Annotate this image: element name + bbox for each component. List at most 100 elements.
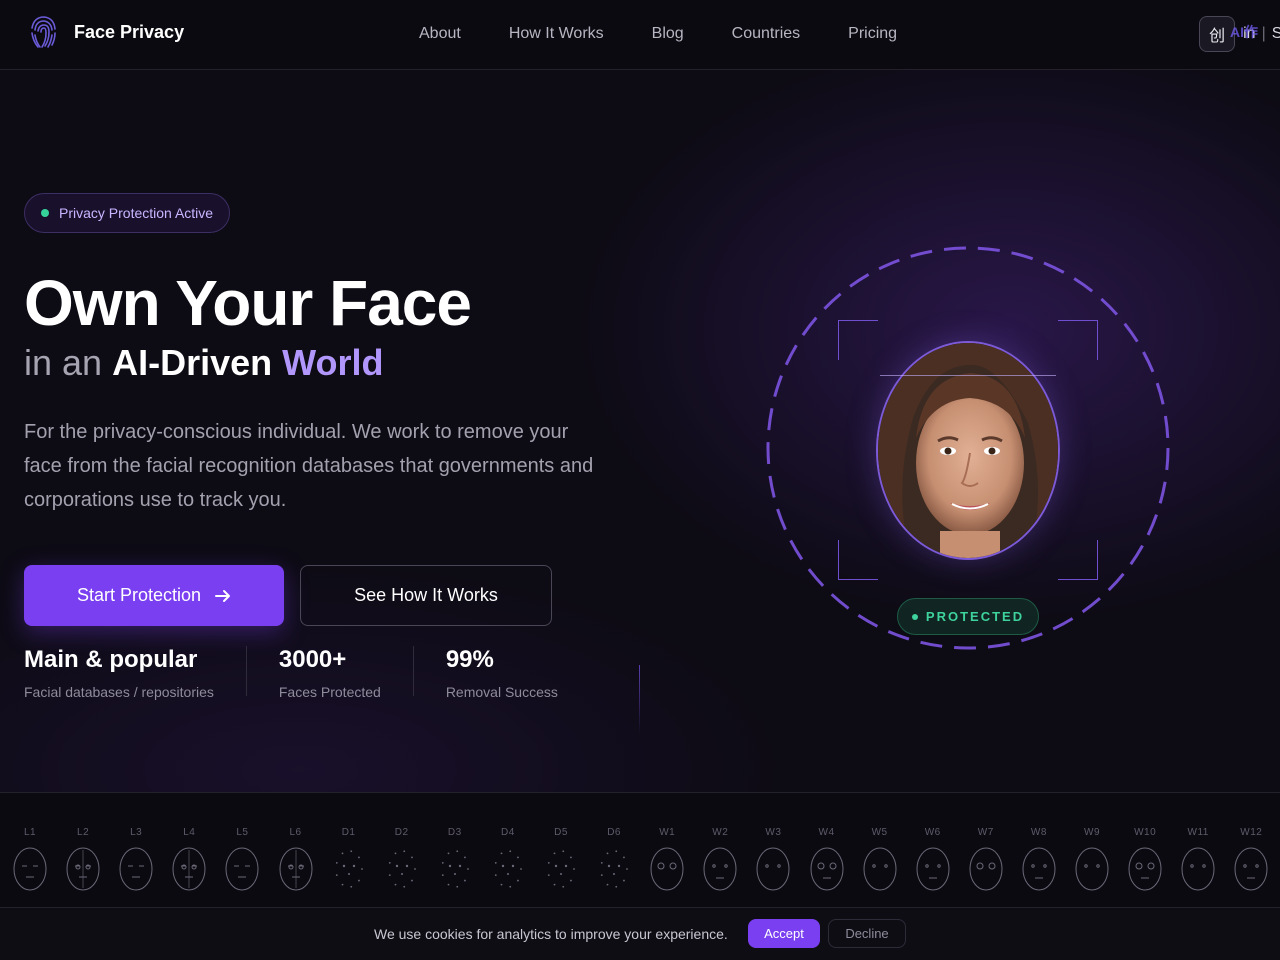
face-outline-icon — [1075, 847, 1109, 891]
stat-value: Main & popular — [24, 646, 198, 673]
start-protection-label: Start Protection — [76, 585, 202, 605]
landmark-sample: L2 — [63, 827, 103, 892]
stat-label: Removal Success — [445, 684, 558, 700]
face-outline-icon — [66, 847, 100, 891]
landmark-label: D4 — [500, 827, 515, 838]
face-outline-icon — [756, 847, 790, 891]
scan-corner-top-right — [1058, 320, 1098, 360]
brand-logo[interactable]: Face Privacy — [28, 14, 184, 50]
face-outline-icon — [1181, 847, 1215, 891]
brand-name: Face Privacy — [74, 21, 185, 42]
face-outline-icon — [600, 850, 628, 888]
landmark-sample: D5 — [541, 827, 581, 892]
status-dot-icon — [41, 209, 49, 217]
stat-databases: Main & popular Facial databases / reposi… — [24, 646, 247, 700]
landmark-label: W7 — [977, 827, 994, 838]
face-outline-icon — [441, 850, 469, 888]
stat-label: Faces Protected — [278, 684, 381, 700]
hero-description: For the privacy-conscious individual. We… — [24, 421, 594, 511]
landmark-sample: L4 — [169, 827, 209, 892]
landmark-sample: D1 — [329, 827, 369, 892]
landmark-label: L4 — [183, 827, 196, 838]
face-outline-icon — [547, 850, 575, 888]
face-outline-icon — [388, 850, 416, 888]
scan-corner-top-left — [838, 320, 878, 360]
accept-cookies-button[interactable]: Accept — [748, 919, 820, 948]
face-outline-icon — [172, 847, 206, 891]
face-outline-icon — [225, 847, 259, 891]
landmark-label: D6 — [607, 827, 621, 838]
landmark-label: W11 — [1187, 827, 1209, 838]
landmark-sample: W7 — [966, 827, 1006, 892]
top-navigation: Face Privacy About How It Works Blog Cou… — [0, 0, 1280, 70]
landmark-label: D2 — [394, 827, 409, 838]
subtitle-prefix: in an — [24, 342, 103, 383]
landmark-sample: W1 — [647, 827, 687, 892]
face-outline-icon — [1128, 847, 1162, 891]
landmark-label: L2 — [77, 827, 90, 838]
stats-row: Main & popular Facial databases / reposi… — [24, 646, 622, 700]
landmark-label: W1 — [659, 827, 676, 838]
landmark-label: W9 — [1084, 827, 1100, 838]
start-protection-button[interactable]: Start Protection — [24, 565, 284, 626]
divider-line — [639, 665, 640, 735]
landmark-label: L3 — [130, 827, 143, 838]
landmark-sample: L6 — [276, 827, 316, 892]
landmark-label: L6 — [289, 827, 302, 838]
landmark-sample: L5 — [222, 827, 262, 892]
face-outline-icon — [279, 847, 312, 891]
ai-watermark: AI作 — [1230, 24, 1258, 40]
landmark-label: L1 — [23, 827, 37, 838]
sign-up-link[interactable]: Sign up — [1272, 25, 1280, 42]
landmark-label: W10 — [1134, 827, 1157, 838]
landmark-sample: W12 — [1231, 827, 1271, 892]
nav-pricing[interactable]: Pricing — [848, 25, 897, 43]
landmark-sample: W11 — [1178, 827, 1218, 892]
landmark-sample: W4 — [807, 827, 847, 892]
landmark-sample: D2 — [382, 827, 422, 892]
landmark-label: W12 — [1240, 827, 1263, 838]
nav-how-it-works[interactable]: How It Works — [509, 25, 604, 43]
hero-title: Own Your Face — [24, 267, 472, 339]
face-outline-icon — [916, 847, 950, 891]
subtitle-highlight-2: World — [282, 342, 384, 383]
face-outline-icon — [703, 847, 737, 891]
landmark-label: W4 — [818, 827, 835, 838]
landmark-sample: W10 — [1125, 827, 1165, 892]
landmark-label: L5 — [236, 827, 249, 838]
landmark-sample: D3 — [435, 827, 475, 892]
face-portrait — [876, 341, 1060, 560]
landmark-sample: W5 — [860, 827, 900, 892]
protected-dot-icon — [911, 613, 918, 620]
auth-area: 创 in|Sign up AI作 — [1199, 16, 1280, 52]
landmark-label: W5 — [871, 827, 888, 838]
nav-countries[interactable]: Countries — [732, 25, 800, 43]
landmark-label: W2 — [712, 827, 729, 838]
face-outline-icon — [810, 847, 843, 891]
landmark-label: D5 — [554, 827, 568, 838]
auth-separator: | — [1261, 25, 1266, 42]
face-outline-icon — [119, 847, 153, 891]
landmark-sample: W3 — [753, 827, 793, 892]
stat-value: 3000+ — [278, 646, 347, 673]
scan-line — [880, 375, 1056, 376]
see-how-it-works-button[interactable]: See How It Works — [300, 565, 552, 626]
stat-value: 99% — [445, 646, 494, 673]
main-menu: About How It Works Blog Countries Pricin… — [419, 25, 897, 43]
landmark-sample: D4 — [488, 827, 528, 892]
cookie-text: We use cookies for analytics to improve … — [374, 926, 728, 942]
subtitle-highlight-1: AI-Driven — [112, 342, 273, 383]
status-text: Privacy Protection Active — [59, 205, 214, 221]
nav-blog[interactable]: Blog — [652, 25, 684, 43]
landmark-label: W3 — [765, 827, 782, 838]
landmark-sample: W9 — [1072, 827, 1112, 892]
arrow-right-icon — [215, 589, 231, 602]
decline-cookies-button[interactable]: Decline — [828, 919, 906, 948]
cookie-banner: We use cookies for analytics to improve … — [0, 907, 1280, 960]
protected-label: PROTECTED — [925, 609, 1025, 624]
landmark-label: W8 — [1030, 827, 1047, 838]
nav-about[interactable]: About — [419, 25, 461, 43]
face-outline-icon — [13, 847, 47, 891]
scan-corner-bottom-left — [838, 540, 878, 580]
face-outline-icon — [494, 850, 522, 888]
